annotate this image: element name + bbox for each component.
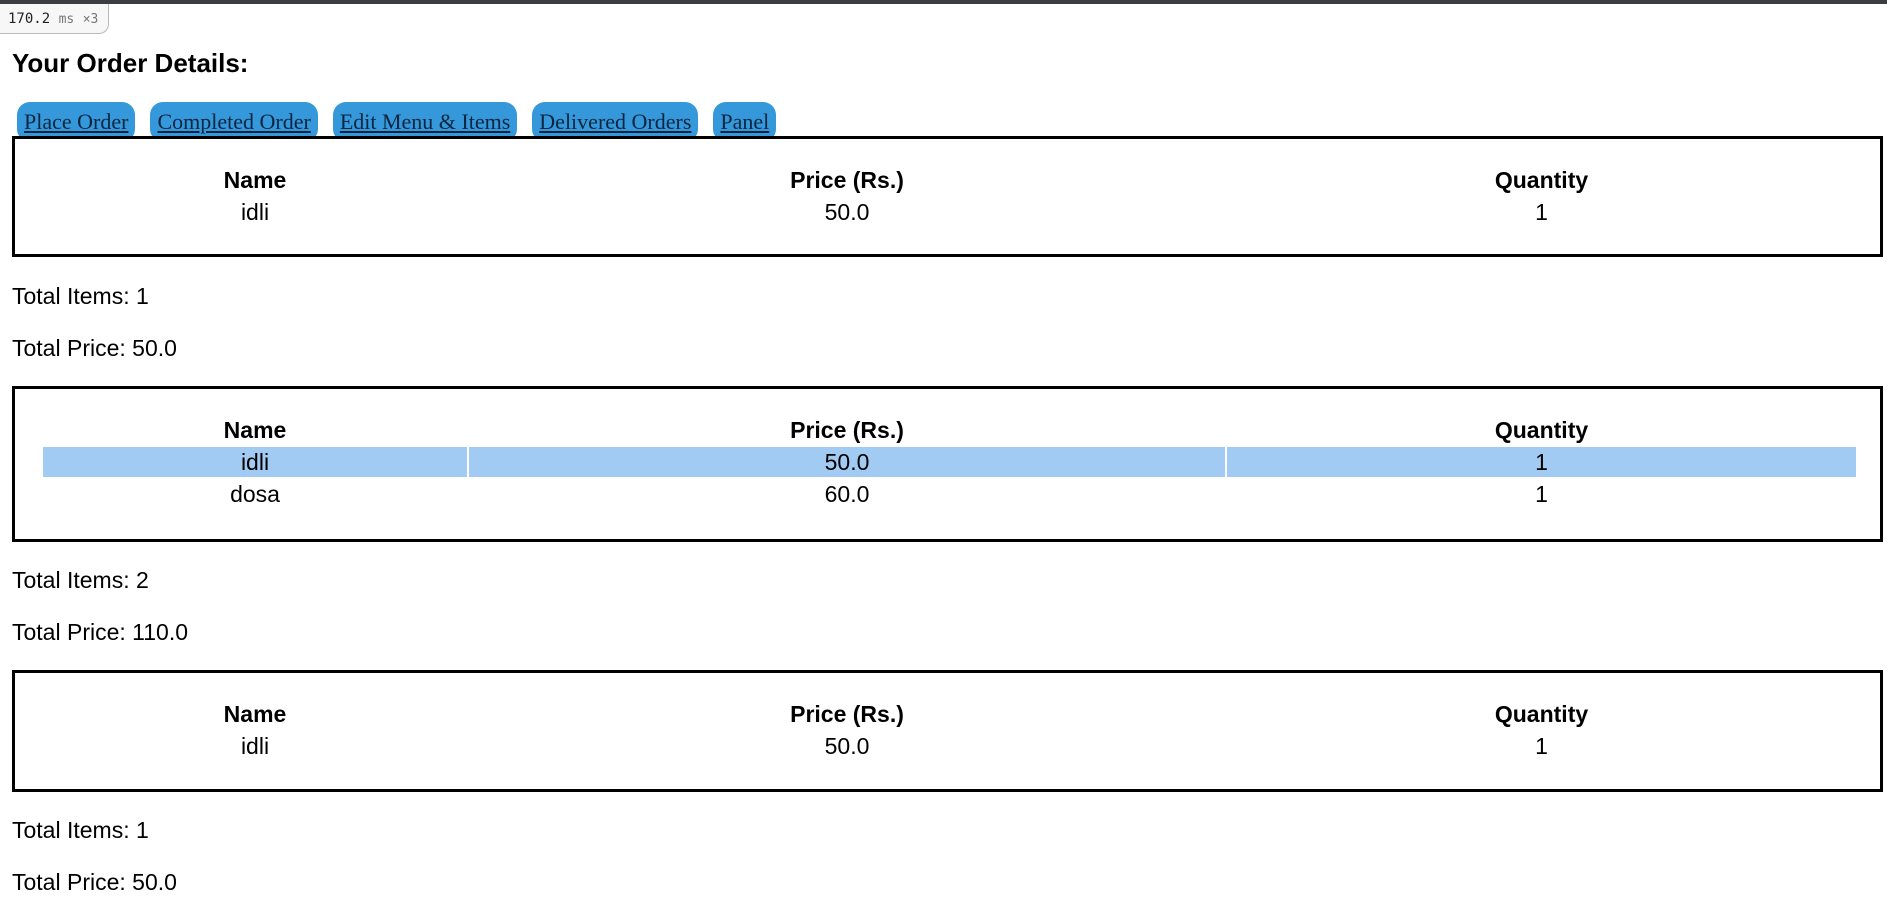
total-items-label: Total Items: [12,817,136,843]
name-header: Name [223,166,287,193]
timing-badge: 170.2 ms ×3 [0,4,110,34]
page-title: Your Order Details: [12,48,249,78]
table-header-row: Name Price (Rs.) Quantity [43,165,1856,195]
total-items-value: 1 [135,283,149,309]
order-1-total-price: Total Price: 50.0 [12,333,177,363]
price-header: Price (Rs.) [790,416,904,443]
table-row-highlighted[interactable]: idli 50.0 1 [43,447,1856,477]
name-header: Name [223,700,287,727]
total-items-label: Total Items: [12,567,136,593]
table-header-row: Name Price (Rs.) Quantity [43,415,1856,445]
item-name: idli [240,198,270,225]
order-3-total-items: Total Items: 1 [12,815,149,845]
table-header-row: Name Price (Rs.) Quantity [43,699,1856,729]
total-price-label: Total Price: [12,619,133,645]
order-2-table: Name Price (Rs.) Quantity idli 50.0 1 do… [41,413,1858,511]
order-1-table: Name Price (Rs.) Quantity idli 50.0 1 [41,163,1858,229]
order-1-total-items: Total Items: 1 [12,281,149,311]
total-price-label: Total Price: [12,869,133,895]
item-quantity: 1 [1535,732,1548,759]
order-3-total-price: Total Price: 50.0 [12,867,177,897]
order-3-box: Name Price (Rs.) Quantity idli 50.0 1 [12,670,1883,792]
top-border [0,0,1887,4]
total-price-value: 110.0 [132,619,189,645]
item-name: dosa [230,480,280,507]
price-header: Price (Rs.) [790,166,904,193]
item-quantity: 1 [1535,198,1548,225]
order-2-total-items: Total Items: 2 [12,565,149,595]
order-2-total-price: Total Price: 110.0 [12,617,188,647]
item-quantity: 1 [1227,447,1856,477]
total-items-label: Total Items: [12,283,136,309]
item-price: 50.0 [824,732,870,759]
quantity-header: Quantity [1494,700,1589,727]
quantity-header: Quantity [1494,166,1589,193]
item-price: 60.0 [824,480,870,507]
total-items-value: 1 [135,817,149,843]
price-header: Price (Rs.) [790,700,904,727]
order-1-box: Name Price (Rs.) Quantity idli 50.0 1 [12,136,1883,257]
timing-unit: ms [58,12,75,27]
table-row: idli 50.0 1 [43,731,1856,761]
quantity-header: Quantity [1494,416,1589,443]
item-name: idli [43,447,467,477]
table-row: dosa 60.0 1 [43,479,1856,509]
total-price-label: Total Price: [12,335,133,361]
total-items-value: 2 [135,567,149,593]
order-2-box: Name Price (Rs.) Quantity idli 50.0 1 do… [12,386,1883,542]
total-price-value: 50.0 [132,335,177,361]
item-price: 50.0 [469,447,1225,477]
table-row: idli 50.0 1 [43,197,1856,227]
timing-value: 170.2 [8,11,51,27]
total-price-value: 50.0 [132,869,177,895]
timing-multiplier: ×3 [82,12,99,27]
name-header: Name [223,416,287,443]
item-name: idli [240,732,270,759]
order-3-table: Name Price (Rs.) Quantity idli 50.0 1 [41,697,1858,763]
item-quantity: 1 [1535,480,1548,507]
item-price: 50.0 [824,198,870,225]
